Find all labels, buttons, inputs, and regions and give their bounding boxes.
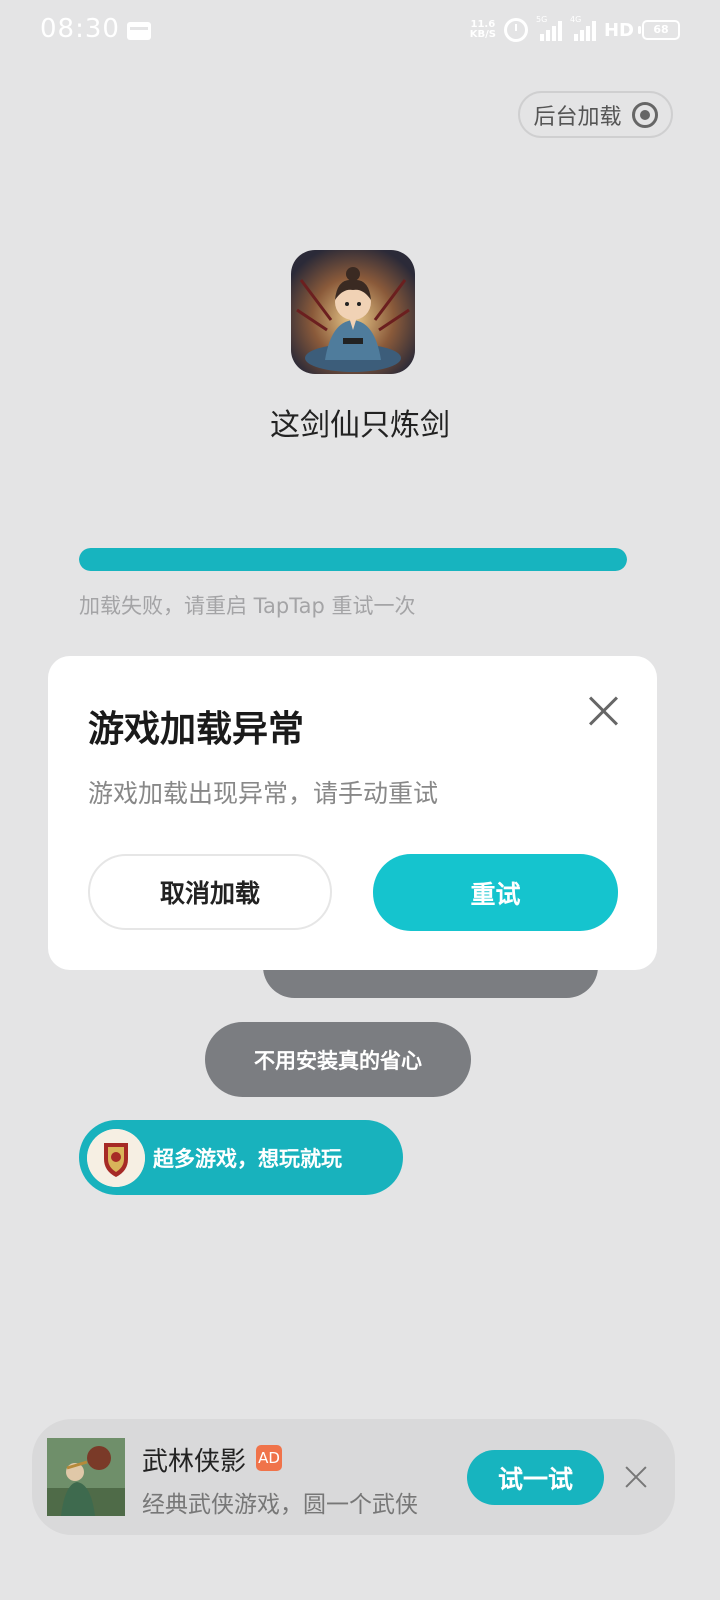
feature-bubble-highlight: 超多游戏，想玩就玩 [79,1120,403,1195]
dialog-title: 游戏加载异常 [88,709,305,750]
sim-card-icon [127,22,151,40]
feature-bubble-text: 超多游戏，想玩就玩 [153,1146,342,1171]
ad-banner[interactable]: 武林侠影 AD 经典武侠游戏，圆一个武侠 试一试 [32,1419,675,1535]
ad-badge: AD [256,1445,282,1471]
ad-close-icon[interactable] [624,1465,648,1489]
game-app-icon [291,250,415,374]
load-error-dialog: 游戏加载异常 游戏加载出现异常，请手动重试 取消加载 重试 [48,656,657,970]
signal-5g-icon: 5G [536,15,562,41]
signal-4g-icon: 4G [570,15,596,41]
loading-progress-fill [79,548,627,571]
alarm-icon [503,18,528,42]
ad-description: 经典武侠游戏，圆一个武侠 [142,1492,418,1518]
status-time: 08:30 [40,14,120,44]
cancel-load-button[interactable]: 取消加载 [88,854,332,930]
network-speed: 11.6 KB/S [470,20,496,40]
retry-button[interactable]: 重试 [373,854,618,931]
ad-title: 武林侠影 [142,1447,247,1477]
battery-icon: 68 [638,20,680,40]
feature-bubble: 不用安装真的省心 [205,1022,471,1097]
background-load-label: 后台加载 [533,104,622,130]
status-bar: 08:30 11.6 KB/S 5G 4G HD 68 [0,0,720,60]
crest-avatar-icon [87,1128,145,1187]
dialog-message: 游戏加载出现异常，请手动重试 [88,779,439,808]
signal-5g-label: 5G [535,15,548,24]
background-load-button[interactable]: 后台加载 [518,91,673,138]
loading-progress-bar [79,548,627,571]
status-icons: 11.6 KB/S 5G 4G HD 68 [470,14,680,46]
ad-thumbnail [47,1438,125,1516]
target-icon [631,101,658,128]
loading-status-text: 加载失败，请重启 TapTap 重试一次 [79,594,416,618]
feature-bubble-text: 不用安装真的省心 [254,1048,422,1073]
game-title: 这剑仙只炼剑 [270,408,450,443]
signal-4g-label: 4G [569,15,582,24]
hd-icon: HD [603,19,634,41]
close-icon[interactable] [586,692,622,728]
ad-try-button[interactable]: 试一试 [467,1450,604,1505]
network-speed-unit: KB/S [469,29,496,40]
